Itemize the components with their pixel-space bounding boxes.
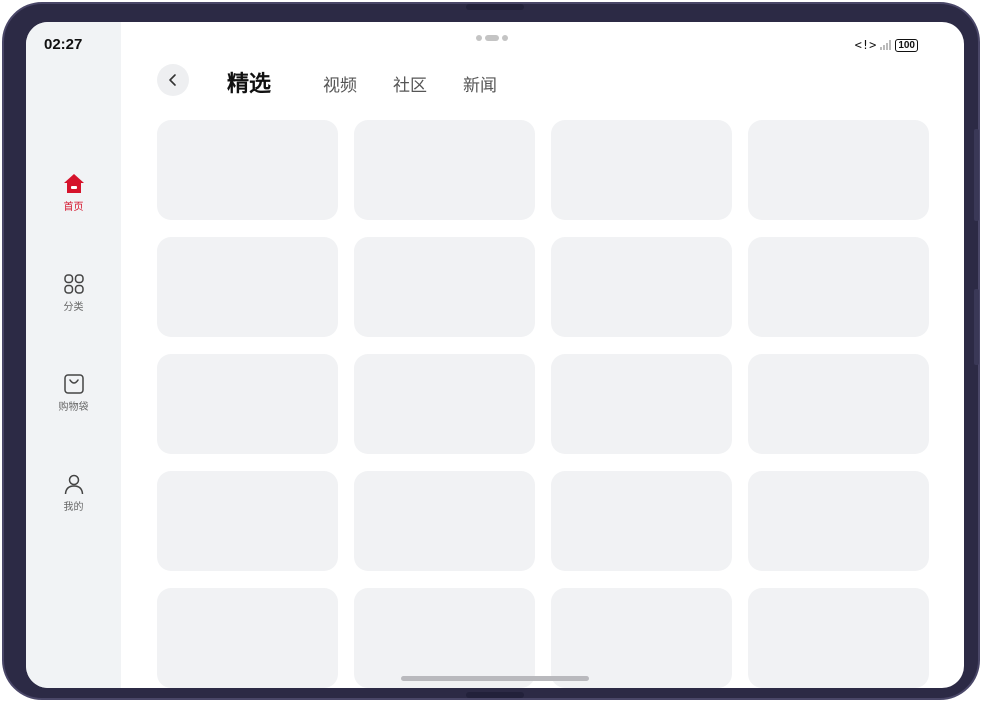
placeholder-card[interactable] <box>157 588 338 688</box>
placeholder-card[interactable] <box>157 237 338 337</box>
placeholder-card[interactable] <box>354 120 535 220</box>
volume-button <box>974 129 979 221</box>
tab-video[interactable]: 视频 <box>323 71 357 96</box>
nav-label-home: 首页 <box>63 202 84 213</box>
screen: 02:27 <!> 100 首页 分类 购物袋 我的 精选 视频 社区 新闻 <box>26 22 964 688</box>
placeholder-card[interactable] <box>354 588 535 688</box>
placeholder-card[interactable] <box>551 120 732 220</box>
tab-featured[interactable]: 精选 <box>227 66 271 98</box>
top-tabs: 精选 视频 社区 新闻 <box>227 66 533 98</box>
hinge-top <box>466 4 524 10</box>
placeholder-card[interactable] <box>551 588 732 688</box>
status-icons: <!> 100 <box>855 38 918 52</box>
power-button <box>974 289 979 365</box>
placeholder-card[interactable] <box>157 120 338 220</box>
back-button[interactable] <box>157 64 189 96</box>
content-grid <box>157 120 929 688</box>
multi-window-handle[interactable] <box>476 35 508 41</box>
signal-icon <box>880 40 892 50</box>
placeholder-card[interactable] <box>157 471 338 571</box>
placeholder-card[interactable] <box>748 471 929 571</box>
tablet-frame: 02:27 <!> 100 首页 分类 购物袋 我的 精选 视频 社区 新闻 <box>2 2 980 700</box>
placeholder-card[interactable] <box>551 354 732 454</box>
placeholder-card[interactable] <box>748 237 929 337</box>
placeholder-card[interactable] <box>551 471 732 571</box>
hinge-bottom <box>466 692 524 698</box>
network-icon: <!> <box>854 38 877 52</box>
placeholder-card[interactable] <box>157 354 338 454</box>
chevron-left-icon <box>169 74 176 86</box>
grid-icon <box>63 274 84 294</box>
tab-news[interactable]: 新闻 <box>463 71 497 96</box>
placeholder-card[interactable] <box>354 471 535 571</box>
status-time: 02:27 <box>44 36 83 53</box>
placeholder-card[interactable] <box>551 237 732 337</box>
placeholder-card[interactable] <box>748 354 929 454</box>
user-icon <box>64 474 83 495</box>
placeholder-card[interactable] <box>748 588 929 688</box>
home-icon <box>63 174 84 193</box>
nav-label-shopping-bag: 购物袋 <box>58 402 89 413</box>
placeholder-card[interactable] <box>354 237 535 337</box>
nav-item-home[interactable]: 首页 <box>26 172 121 213</box>
battery-icon: 100 <box>895 38 918 52</box>
shopping-bag-icon <box>63 374 84 394</box>
nav-item-profile[interactable]: 我的 <box>26 472 121 513</box>
home-indicator[interactable] <box>401 676 589 681</box>
nav-item-shopping-bag[interactable]: 购物袋 <box>26 372 121 413</box>
placeholder-card[interactable] <box>748 120 929 220</box>
tab-community[interactable]: 社区 <box>393 71 427 96</box>
sidebar <box>26 22 121 688</box>
nav-label-profile: 我的 <box>63 502 84 513</box>
nav-item-category[interactable]: 分类 <box>26 272 121 313</box>
placeholder-card[interactable] <box>354 354 535 454</box>
nav-label-category: 分类 <box>63 302 84 313</box>
